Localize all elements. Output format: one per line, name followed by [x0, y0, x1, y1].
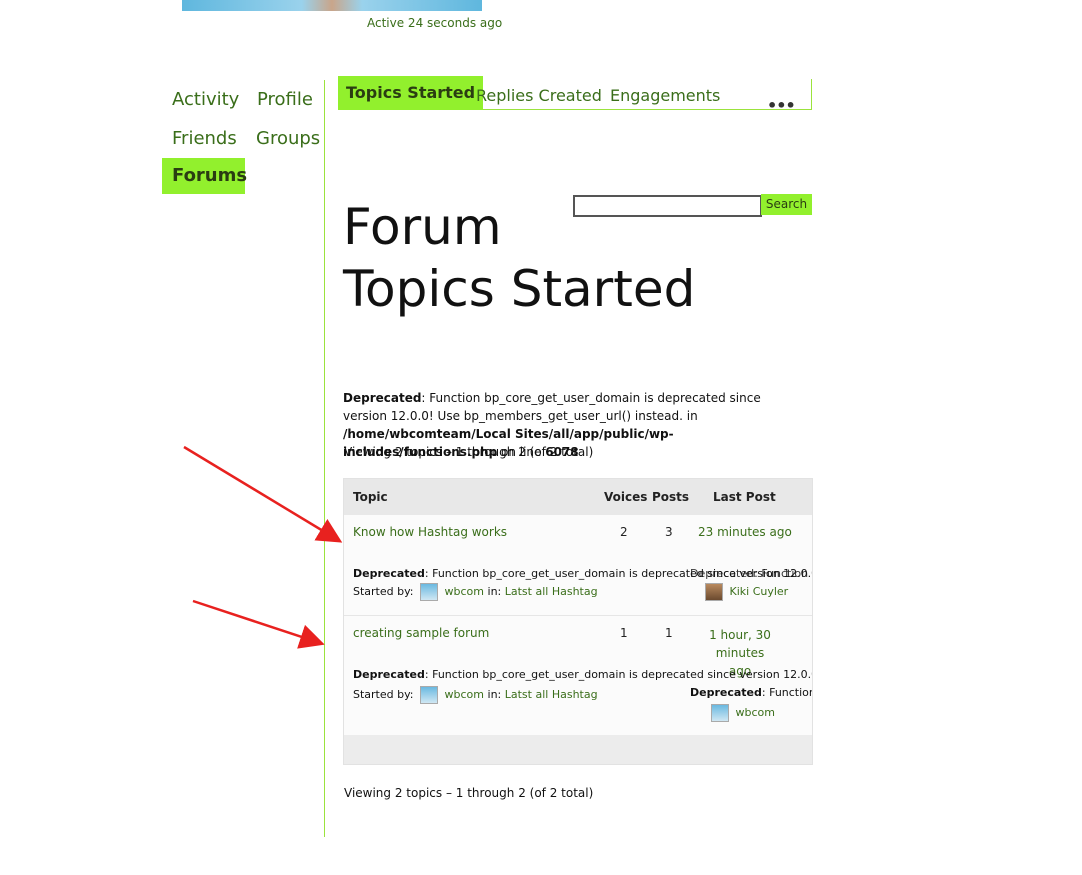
arrow-to-row-1: [183, 445, 343, 543]
arrow-to-row-2: [192, 599, 325, 649]
annotation-arrows: [183, 445, 343, 649]
